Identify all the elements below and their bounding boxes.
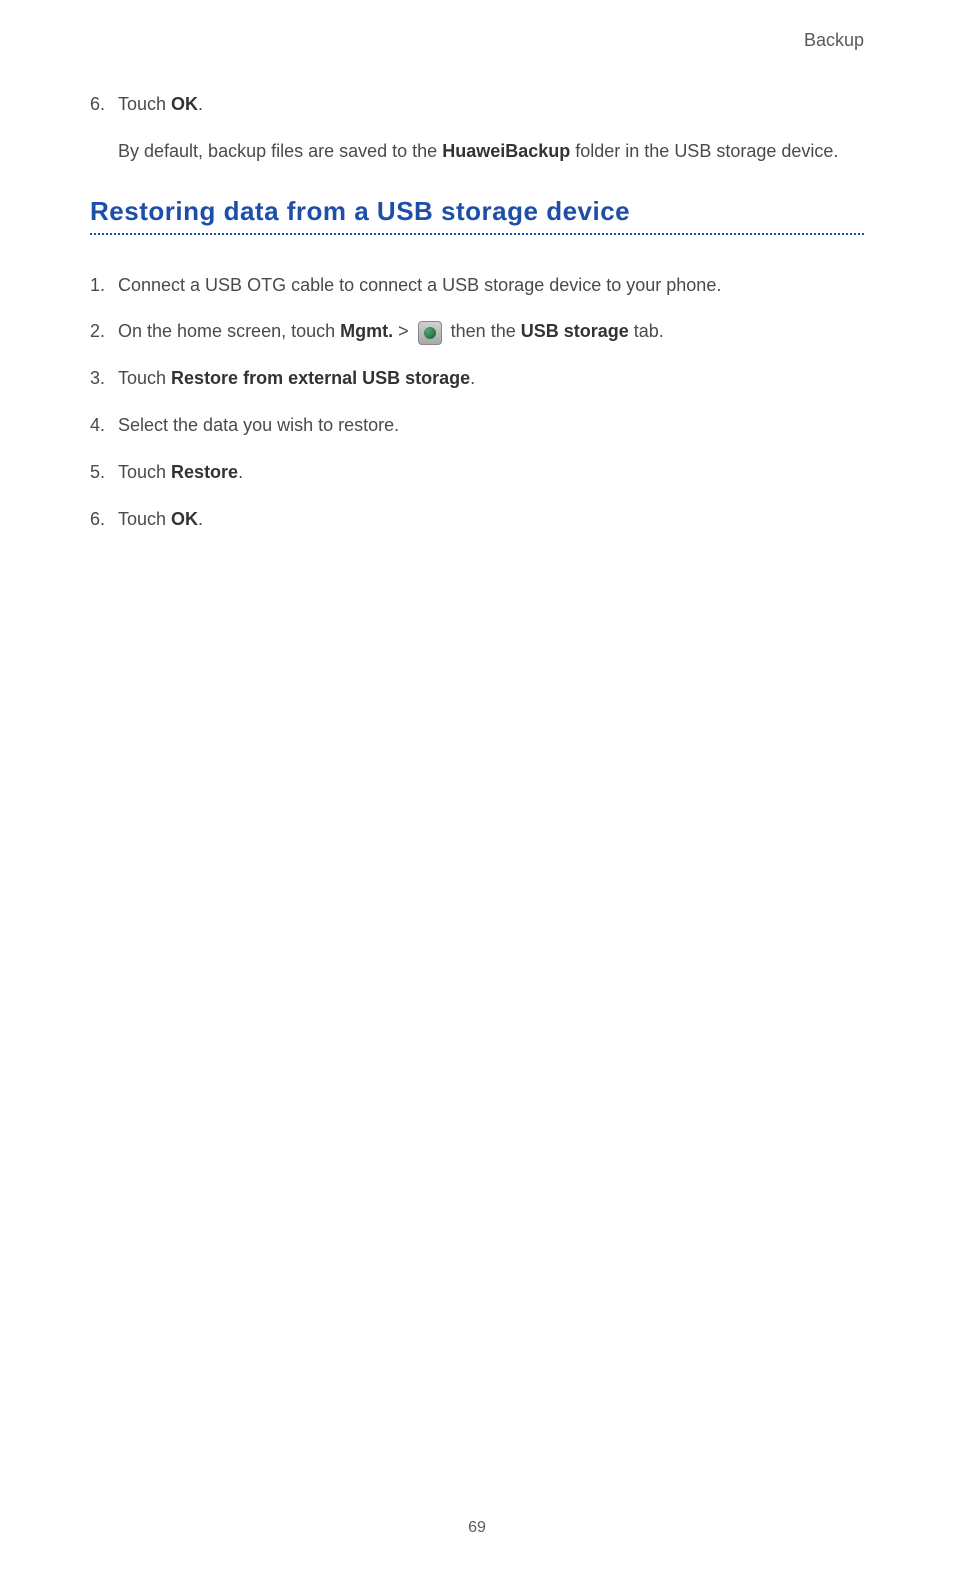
page-number: 69 [0,1519,954,1537]
backup-app-icon [418,321,442,345]
text-prefix: Touch [118,462,171,482]
text-suffix: . [238,462,243,482]
text-suffix: tab. [629,321,664,341]
step-text: Touch OK. [118,505,864,534]
text-prefix: On the home screen, touch [118,321,340,341]
step-1: 1. Connect a USB OTG cable to connect a … [90,271,864,300]
text-bold: OK [171,94,198,114]
text-mid1: > [393,321,414,341]
note-part2: folder in the USB storage device. [570,141,838,161]
step-number: 4. [90,411,114,440]
text-suffix: . [470,368,475,388]
text-suffix: . [198,509,203,529]
step-number: 5. [90,458,114,487]
text-bold-usb: USB storage [521,321,629,341]
page-content: 6. Touch OK. By default, backup files ar… [0,0,954,533]
note-part1: By default, backup files are saved to th… [118,141,442,161]
step-3: 3. Touch Restore from external USB stora… [90,364,864,393]
text-mid2: then the [446,321,521,341]
step-2: 2. On the home screen, touch Mgmt. > the… [90,317,864,346]
text-prefix: Touch [118,94,171,114]
step-number: 1. [90,271,114,300]
header-title: Backup [804,30,864,50]
step-number: 6. [90,90,114,119]
note-bold: HuaweiBackup [442,141,570,161]
text-bold: OK [171,509,198,529]
prior-step-note: By default, backup files are saved to th… [118,137,864,166]
step-number: 6. [90,505,114,534]
text-bold-mgmt: Mgmt. [340,321,393,341]
text-prefix: Touch [118,368,171,388]
section-heading: Restoring data from a USB storage device [90,196,864,227]
step-6: 6. Touch OK. [90,505,864,534]
step-text: Select the data you wish to restore. [118,411,864,440]
text-prefix: Touch [118,509,171,529]
text-suffix: . [198,94,203,114]
text-bold: Restore from external USB storage [171,368,470,388]
heading-underline [90,233,864,235]
prior-step-6: 6. Touch OK. [90,90,864,119]
step-text: Touch Restore. [118,458,864,487]
step-text: On the home screen, touch Mgmt. > then t… [118,317,864,346]
step-number: 2. [90,317,114,346]
step-text: Touch Restore from external USB storage. [118,364,864,393]
step-text: Touch OK. [118,90,864,119]
page-header: Backup [804,30,864,51]
step-5: 5. Touch Restore. [90,458,864,487]
step-4: 4. Select the data you wish to restore. [90,411,864,440]
text-bold: Restore [171,462,238,482]
step-text: Connect a USB OTG cable to connect a USB… [118,271,864,300]
step-number: 3. [90,364,114,393]
